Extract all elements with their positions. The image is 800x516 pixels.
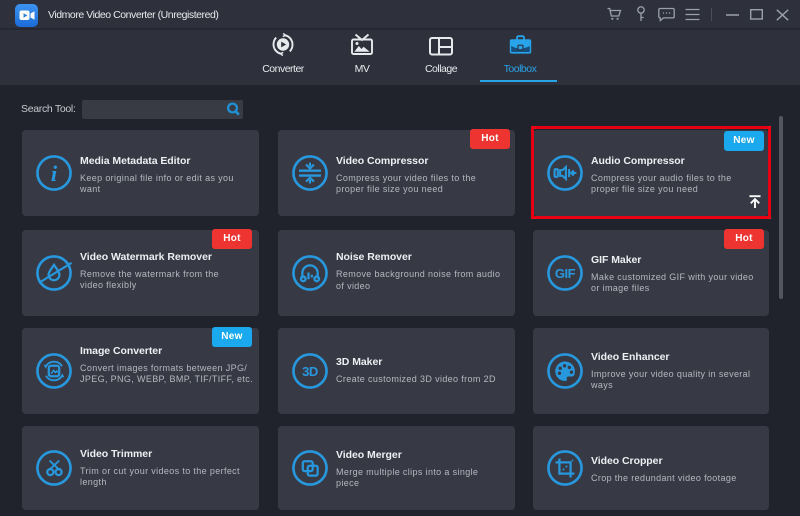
svg-text:GIF: GIF: [555, 266, 576, 281]
svg-text:3D: 3D: [302, 364, 318, 379]
svg-text:i: i: [51, 161, 58, 186]
